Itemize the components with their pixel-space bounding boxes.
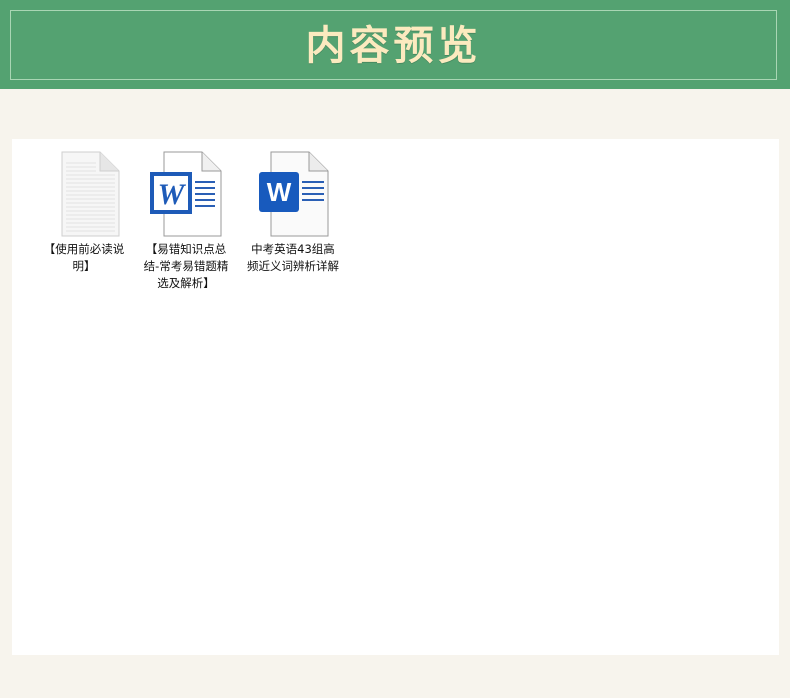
file-item-error-summary[interactable]: W 【易错知识点总结-常考易错题精选及解析】: [136, 151, 236, 292]
file-label: 中考英语43组高频近义词辨析详解: [247, 242, 339, 273]
file-preview-panel: 【使用前必读说明】 W 【易错知识点总结-常考易错题精选及解析】 W 中考英语4…: [12, 139, 779, 655]
page-title: 内容预览: [305, 22, 482, 69]
text-file-icon: [61, 151, 120, 237]
header-banner: 内容预览: [0, 0, 790, 89]
file-item-synonyms[interactable]: W 中考英语43组高频近义词辨析详解: [243, 151, 343, 275]
file-label: 【使用前必读说明】: [43, 242, 125, 273]
svg-text:W: W: [158, 178, 187, 211]
header-frame: 内容预览: [10, 10, 777, 80]
svg-text:W: W: [267, 177, 292, 207]
file-label: 【易错知识点总结-常考易错题精选及解析】: [143, 242, 229, 290]
word-doc-icon: W: [259, 151, 329, 237]
file-item-instructions[interactable]: 【使用前必读说明】: [34, 151, 134, 275]
word-doc-legacy-icon: W: [150, 151, 222, 237]
